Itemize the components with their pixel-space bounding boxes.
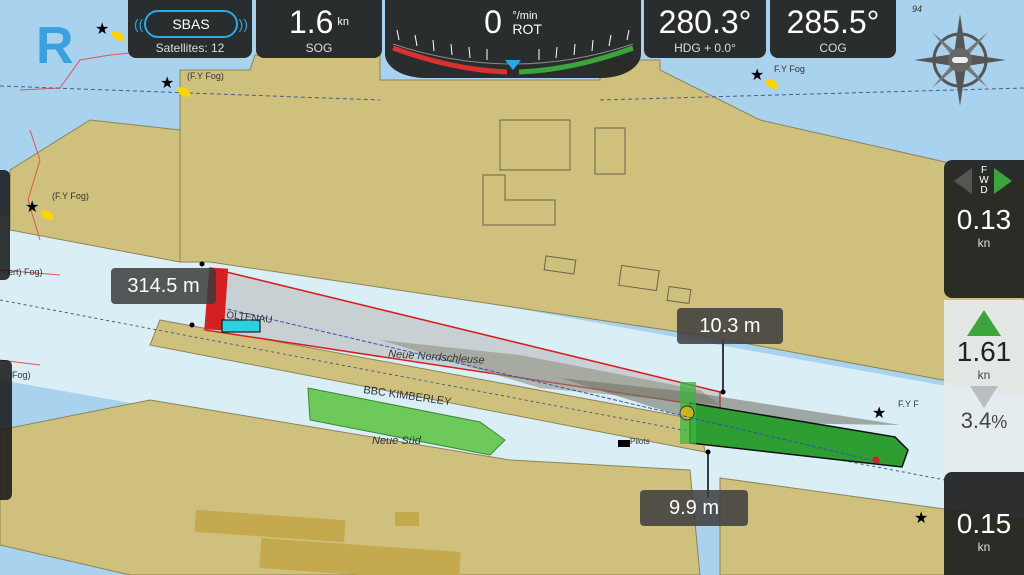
- rot-panel[interactable]: 0 °/min ROT: [385, 0, 641, 78]
- stern-clearance-measurement[interactable]: 9.9 m: [640, 490, 748, 526]
- cog-panel[interactable]: 285.5° COG: [770, 0, 896, 58]
- chart-label-fog: Fog): [12, 370, 31, 380]
- signal-right-icon: )): [238, 16, 248, 32]
- rot-pointer-icon: [505, 60, 521, 70]
- left-side-button-bottom[interactable]: [0, 360, 12, 500]
- svg-text:★: ★: [914, 510, 928, 527]
- depth-sounding: 94: [912, 4, 922, 14]
- sog-value: 1.6: [288, 4, 334, 40]
- measure-point: [189, 322, 195, 328]
- sog-panel[interactable]: 1.6 kn SOG: [256, 0, 382, 58]
- aft-speed-unit: kn: [977, 540, 991, 554]
- arrow-left-icon[interactable]: [954, 168, 972, 194]
- hdg-value: 280.3°: [658, 4, 752, 40]
- svg-text:★: ★: [95, 21, 109, 38]
- svg-text:★: ★: [750, 67, 764, 84]
- chart-label-pilots: Pilots: [630, 437, 650, 446]
- aft-speed-panel[interactable]: 0.15 kn: [944, 472, 1024, 575]
- signal-left-icon: ((: [134, 16, 144, 32]
- hdg-label: HDG + 0.0°: [674, 41, 736, 55]
- chart-label-fog: F.Y F: [898, 399, 919, 409]
- percent-value: 3.4%: [960, 408, 1008, 433]
- percent-number: 3.4: [960, 408, 992, 433]
- fog-light-icon[interactable]: ★: [872, 405, 886, 422]
- sog-label: SOG: [305, 41, 333, 55]
- fog-light-icon[interactable]: ★: [914, 510, 928, 527]
- fwd-speed-value: 0.13: [956, 204, 1012, 235]
- arrow-down-icon[interactable]: [970, 386, 998, 408]
- svg-text:★: ★: [872, 405, 886, 422]
- arrow-right-icon[interactable]: [994, 168, 1012, 194]
- speed-panel[interactable]: 1.61 kn 3.4%: [944, 300, 1024, 470]
- fwd-speed-unit: kn: [977, 236, 991, 250]
- sog-value-row: 1.6 kn: [256, 4, 382, 40]
- bow-clearance-measurement[interactable]: 10.3 m: [677, 308, 783, 344]
- direction-label: FWD: [979, 165, 989, 196]
- cog-label: COG: [819, 41, 847, 55]
- chart-label-lock-south: Neue Süd: [372, 435, 422, 447]
- rot-gauge: [392, 29, 634, 75]
- svg-text:★: ★: [25, 199, 39, 216]
- speed-unit: kn: [977, 368, 991, 382]
- sbas-badge: (( SBAS )): [134, 10, 248, 38]
- speed-value: 1.61: [956, 336, 1012, 367]
- chart-label-fog: (F.Y Fog): [187, 71, 224, 81]
- pilots-marker: [618, 440, 630, 447]
- cog-value: 285.5°: [786, 4, 880, 40]
- measure-point: [199, 261, 205, 267]
- svg-text:★: ★: [160, 75, 174, 92]
- chart-label-fog: F.Y Fog: [774, 64, 805, 74]
- aft-speed-value: 0.15: [956, 508, 1012, 539]
- arrow-up-icon[interactable]: [967, 310, 1001, 336]
- sbas-label: SBAS: [172, 16, 210, 32]
- measure-point: [720, 389, 726, 395]
- length-measurement[interactable]: 314.5 m: [111, 268, 216, 304]
- compass-rose-icon[interactable]: [914, 14, 1006, 106]
- left-side-button-top[interactable]: [0, 170, 10, 280]
- mode-indicator[interactable]: R: [36, 20, 74, 72]
- fwd-speed-panel[interactable]: FWD 0.13 kn: [944, 160, 1024, 298]
- hdg-panel[interactable]: 280.3° HDG + 0.0°: [644, 0, 766, 58]
- paved-area: [395, 512, 419, 526]
- chart-label-fog: ert) Fog): [8, 267, 43, 277]
- chart-label-fog: (F.Y Fog): [52, 191, 89, 201]
- measure-point: [705, 449, 711, 455]
- satellites-label: Satellites: 12: [155, 41, 225, 55]
- direction-row: FWD: [944, 160, 1024, 204]
- gps-panel[interactable]: (( SBAS )) Satellites: 12: [128, 0, 252, 58]
- sog-unit: kn: [337, 16, 350, 28]
